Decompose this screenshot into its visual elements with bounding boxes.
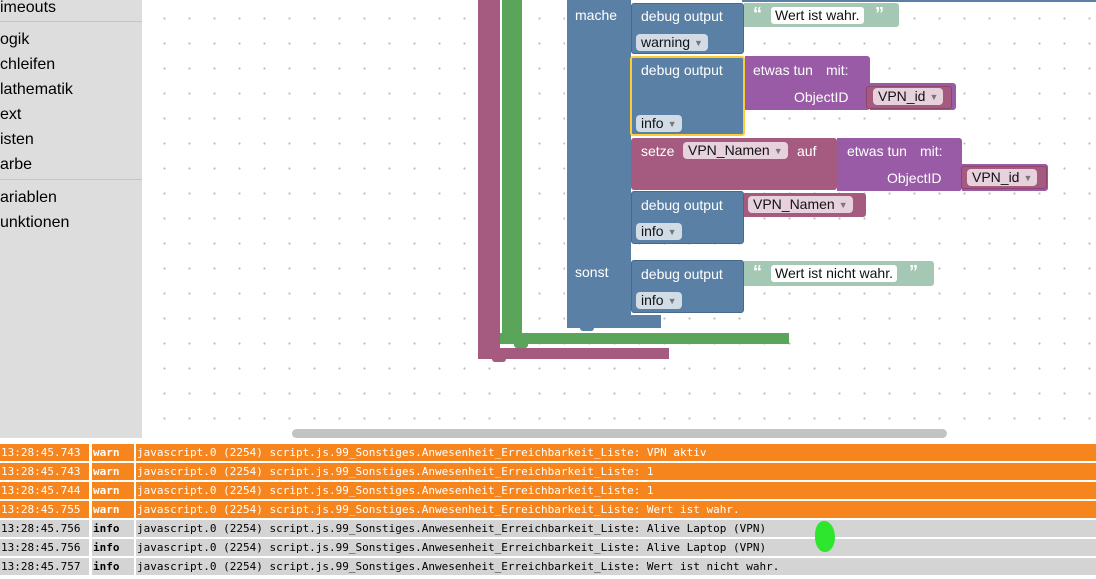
block-connector bbox=[580, 326, 594, 331]
procedure-block-body[interactable] bbox=[478, 0, 500, 352]
log-level-dropdown[interactable]: info ▼ bbox=[636, 292, 682, 309]
variable-dropdown[interactable]: VPN_Namen ▼ bbox=[748, 196, 853, 213]
if-else-label: sonst bbox=[575, 264, 609, 280]
text-value-field[interactable]: Wert ist wahr. bbox=[771, 7, 864, 24]
toolbox-separator bbox=[0, 21, 142, 22]
function-param-label: ObjectID bbox=[887, 170, 942, 186]
log-row: 13:28:45.743 warn javascript.0 (2254) scri… bbox=[0, 463, 1096, 480]
block-connector bbox=[492, 357, 506, 362]
set-variable-label: setze bbox=[641, 143, 675, 159]
function-param-label: ObjectID bbox=[794, 89, 849, 105]
log-message: javascript.0 (2254) script.js.99_Sonstig… bbox=[136, 558, 1096, 575]
log-time: 13:28:45.755 bbox=[0, 501, 89, 518]
blockly-toolbox: imeouts ogik chleifen lathematik ext ist… bbox=[0, 0, 142, 438]
toolbox-category-text[interactable]: ext bbox=[0, 104, 21, 126]
chevron-down-icon: ▼ bbox=[1023, 173, 1033, 183]
function-call-label: etwas tun bbox=[753, 62, 813, 78]
log-panel: 13:28:45.743 warn javascript.0 (2254) scri… bbox=[0, 444, 1096, 579]
log-level: warn bbox=[92, 482, 134, 499]
toolbox-category-variables[interactable]: ariablen bbox=[0, 187, 57, 209]
blockly-workspace[interactable]: mache sonst debug output warning ▼ “ Wert… bbox=[142, 0, 1096, 438]
debug-output-label: debug output bbox=[641, 266, 723, 282]
function-call-label: etwas tun bbox=[847, 143, 907, 159]
toolbox-category-loops[interactable]: chleifen bbox=[0, 54, 55, 76]
log-level-dropdown[interactable]: warning ▼ bbox=[636, 34, 708, 51]
close-quote-icon: ” bbox=[909, 262, 918, 282]
log-row: 13:28:45.757 info javascript.0 (2254) scri… bbox=[0, 558, 1096, 575]
log-time: 13:28:45.743 bbox=[0, 463, 89, 480]
log-level: info bbox=[92, 520, 134, 537]
log-row: 13:28:45.743 warn javascript.0 (2254) scri… bbox=[0, 444, 1096, 461]
toolbox-category-math[interactable]: lathematik bbox=[0, 79, 73, 101]
variable-dropdown[interactable]: VPN_id ▼ bbox=[873, 88, 944, 105]
log-row: 13:28:45.756 info javascript.0 (2254) scri… bbox=[0, 539, 1096, 556]
if-do-label: mache bbox=[575, 7, 618, 23]
chevron-down-icon: ▼ bbox=[667, 227, 677, 237]
log-time: 13:28:45.743 bbox=[0, 444, 89, 461]
function-call-mit-label: mit: bbox=[920, 143, 943, 159]
log-time: 13:28:45.756 bbox=[0, 539, 89, 556]
chevron-down-icon: ▼ bbox=[667, 296, 677, 306]
log-level: info bbox=[92, 558, 134, 575]
log-message: javascript.0 (2254) script.js.99_Sonstig… bbox=[136, 482, 1096, 499]
loop-block-bottom[interactable] bbox=[500, 333, 789, 344]
log-level: warn bbox=[92, 444, 134, 461]
log-message: javascript.0 (2254) script.js.99_Sonstig… bbox=[136, 539, 1096, 556]
log-message: javascript.0 (2254) script.js.99_Sonstig… bbox=[136, 520, 1096, 537]
text-value-field[interactable]: Wert ist nicht wahr. bbox=[771, 265, 898, 282]
block-connector bbox=[514, 344, 528, 348]
log-message: javascript.0 (2254) script.js.99_Sonstig… bbox=[136, 501, 1096, 518]
chevron-down-icon: ▼ bbox=[694, 38, 703, 48]
debug-output-label: debug output bbox=[641, 197, 723, 213]
chevron-down-icon: ▼ bbox=[838, 200, 848, 210]
set-variable-to-label: auf bbox=[797, 143, 817, 159]
loop-block-body[interactable] bbox=[500, 0, 522, 340]
chevron-down-icon: ▼ bbox=[667, 119, 677, 129]
log-row: 13:28:45.755 warn javascript.0 (2254) scri… bbox=[0, 501, 1096, 518]
toolbox-separator bbox=[0, 179, 142, 180]
toolbox-category-timeouts[interactable]: imeouts bbox=[0, 0, 56, 19]
toolbox-category-lists[interactable]: isten bbox=[0, 129, 34, 151]
open-quote-icon: “ bbox=[753, 4, 762, 24]
log-time: 13:28:45.744 bbox=[0, 482, 89, 499]
block-edge bbox=[742, 0, 1096, 2]
log-level: warn bbox=[92, 463, 134, 480]
debug-output-label: debug output bbox=[641, 8, 723, 24]
debug-output-label: debug output bbox=[641, 62, 723, 78]
log-row: 13:28:45.744 warn javascript.0 (2254) scri… bbox=[0, 482, 1096, 499]
workspace-horizontal-scrollbar[interactable] bbox=[292, 429, 947, 438]
toolbox-category-logic[interactable]: ogik bbox=[0, 29, 29, 51]
log-message: javascript.0 (2254) script.js.99_Sonstig… bbox=[136, 444, 1096, 461]
highlighter-mark bbox=[815, 521, 835, 552]
if-else-block-bottom bbox=[631, 315, 661, 328]
log-message: javascript.0 (2254) script.js.99_Sonstig… bbox=[136, 463, 1096, 480]
close-quote-icon: ” bbox=[875, 4, 884, 24]
toolbox-category-functions[interactable]: unktionen bbox=[0, 212, 69, 234]
log-level: info bbox=[92, 539, 134, 556]
log-time: 13:28:45.757 bbox=[0, 558, 89, 575]
function-call-mit-label: mit: bbox=[826, 62, 849, 78]
set-variable-dropdown[interactable]: VPN_Namen ▼ bbox=[683, 142, 788, 159]
log-level-dropdown[interactable]: info ▼ bbox=[636, 223, 682, 240]
log-row: 13:28:45.756 info javascript.0 (2254) scri… bbox=[0, 520, 1096, 537]
log-level-dropdown[interactable]: info ▼ bbox=[636, 115, 682, 132]
open-quote-icon: “ bbox=[753, 262, 762, 282]
chevron-down-icon: ▼ bbox=[773, 146, 783, 156]
procedure-block-bottom[interactable] bbox=[478, 348, 669, 359]
log-time: 13:28:45.756 bbox=[0, 520, 89, 537]
toolbox-category-color[interactable]: arbe bbox=[0, 154, 32, 176]
chevron-down-icon: ▼ bbox=[929, 92, 939, 102]
variable-dropdown[interactable]: VPN_id ▼ bbox=[967, 169, 1038, 186]
log-level: warn bbox=[92, 501, 134, 518]
